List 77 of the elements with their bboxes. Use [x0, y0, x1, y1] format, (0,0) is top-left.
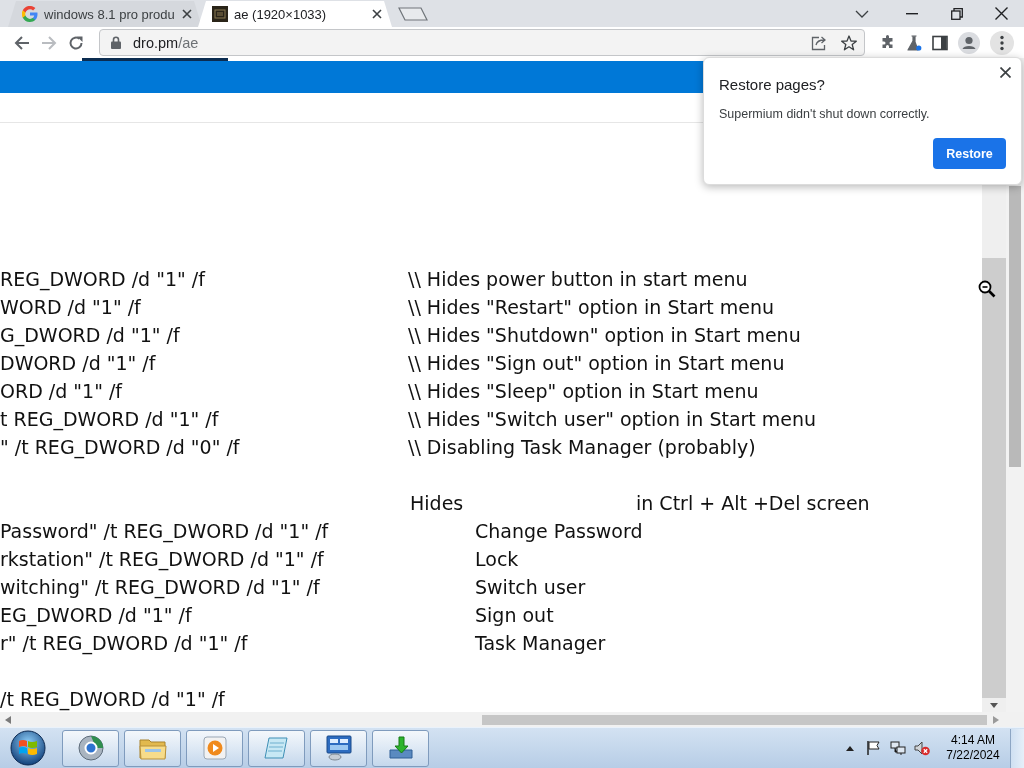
address-bar[interactable]: dro.pm/ae: [99, 29, 865, 56]
scrollbar-thumb[interactable]: [1009, 186, 1021, 467]
heading-text: Hides: [410, 492, 464, 514]
taskbar-button[interactable]: [62, 729, 119, 767]
flask-icon[interactable]: [906, 34, 922, 51]
scroll-left-icon[interactable]: [5, 715, 11, 724]
code-text: EG_DWORD /d "1" /f: [0, 604, 192, 626]
monitor-icon: [324, 735, 353, 761]
comment-text: \\ Hides "Restart" option in Start menu: [408, 296, 775, 318]
option-label: Lock: [475, 548, 519, 570]
code-text: rkstation" /t REG_DWORD /d "1" /f: [0, 548, 324, 570]
close-icon[interactable]: [995, 7, 1008, 20]
comment-text: \\ Hides "Switch user" option in Start menu: [408, 408, 817, 430]
close-icon[interactable]: [1000, 67, 1011, 78]
g-logo-icon: [22, 6, 38, 22]
option-label: Switch user: [475, 576, 586, 598]
clock-time[interactable]: 4:14 AM: [951, 733, 995, 748]
scrollbar-thumb[interactable]: [482, 714, 987, 725]
dialog-message: Supermium didn't shut down correctly.: [719, 107, 930, 121]
taskbar-button[interactable]: [248, 729, 305, 767]
code-text: /t REG_DWORD /d "1" /f: [0, 688, 225, 710]
code-text: ORD /d "1" /f: [0, 380, 123, 402]
option-label: Sign out: [475, 604, 554, 626]
comment-text: \\ Disabling Task Manager (probably): [408, 436, 756, 458]
taskbar-button[interactable]: [186, 729, 243, 767]
option-label: Change Password: [475, 520, 643, 542]
close-icon[interactable]: [372, 9, 382, 19]
browser-tab[interactable]: ae (1920×1033): [198, 1, 392, 27]
code-text: REG_DWORD /d "1" /f: [0, 268, 205, 290]
lock-icon: [111, 36, 121, 49]
notepad-icon: [262, 736, 291, 760]
code-text: t REG_DWORD /d "1" /f: [0, 408, 219, 430]
code-text: WORD /d "1" /f: [0, 296, 141, 318]
comment-text: \\ Hides "Sleep" option in Start menu: [408, 380, 759, 402]
folder-icon: [138, 736, 167, 760]
flag-icon[interactable]: [866, 740, 882, 756]
scroll-down-icon[interactable]: [990, 702, 998, 708]
new-tab-icon[interactable]: [398, 7, 428, 21]
close-icon[interactable]: [182, 9, 192, 19]
back-icon[interactable]: [14, 34, 30, 51]
play-icon: [202, 736, 227, 760]
restore-button[interactable]: Restore: [933, 138, 1006, 169]
avatar-icon[interactable]: [958, 31, 980, 54]
speaker-muted-icon[interactable]: [914, 740, 930, 756]
clock-date[interactable]: 7/22/2024: [946, 748, 1000, 763]
zoom-out-icon: [978, 280, 996, 298]
restore-icon[interactable]: [950, 7, 963, 20]
code-text: r" /t REG_DWORD /d "1" /f: [0, 632, 248, 654]
option-label: Task Manager: [475, 632, 606, 654]
code-text: Password" /t REG_DWORD /d "1" /f: [0, 520, 329, 542]
heading-text: in Ctrl + Alt +Del screen: [636, 492, 870, 514]
comment-text: \\ Hides power button in start menu: [408, 268, 748, 290]
dialog-title: Restore pages?: [719, 76, 825, 93]
download-icon: [387, 736, 414, 760]
code-text: " /t REG_DWORD /d "0" /f: [0, 436, 240, 458]
image-icon: [212, 6, 228, 22]
comment-text: \\ Hides "Sign out" option in Start menu: [408, 352, 785, 374]
code-text: witching" /t REG_DWORD /d "1" /f: [0, 576, 320, 598]
scrollbar[interactable]: [0, 712, 1024, 727]
network-icon[interactable]: [890, 740, 906, 756]
star-icon[interactable]: [841, 34, 857, 51]
comment-text: \\ Hides "Shutdown" option in Start menu: [408, 324, 801, 346]
scrollbar-thumb[interactable]: [982, 258, 1006, 698]
taskbar-button[interactable]: [124, 729, 181, 767]
browser-tab[interactable]: windows 8.1 pro produ: [8, 1, 202, 27]
taskbar-button[interactable]: [372, 729, 429, 767]
taskbar-button[interactable]: [310, 729, 367, 767]
puzzle-icon[interactable]: [880, 34, 896, 51]
reload-icon[interactable]: [68, 34, 84, 51]
start-orb-icon[interactable]: [10, 730, 46, 766]
browser-logo-icon: [77, 735, 104, 761]
side-panel-icon[interactable]: [932, 34, 948, 51]
code-text: DWORD /d "1" /f: [0, 352, 156, 374]
chevron-down-icon[interactable]: [854, 9, 869, 18]
menu-icon[interactable]: [990, 30, 1014, 55]
minimize-icon[interactable]: [905, 12, 918, 15]
code-text: G_DWORD /d "1" /f: [0, 324, 180, 346]
